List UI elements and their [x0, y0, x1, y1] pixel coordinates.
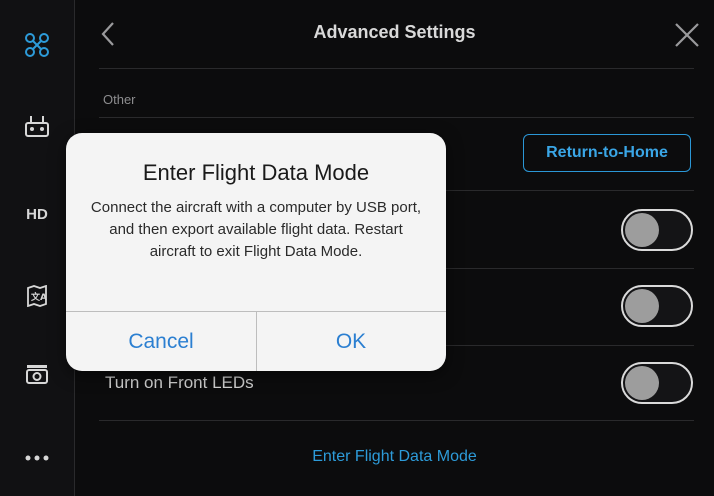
dialog-title: Enter Flight Data Mode [142, 160, 370, 185]
camera-icon[interactable] [0, 354, 74, 394]
section-divider [99, 117, 694, 118]
header-divider [99, 68, 694, 69]
ok-button[interactable]: OK [256, 312, 446, 371]
hd-label: HD [26, 205, 48, 223]
enter-flight-data-mode-link[interactable]: Enter Flight Data Mode [75, 448, 714, 466]
remote-controller-icon[interactable] [0, 106, 74, 146]
toggle-knob [625, 213, 659, 247]
flight-data-mode-dialog: Enter Flight Data Mode Connect the aircr… [66, 133, 446, 371]
front-leds-toggle[interactable] [621, 362, 693, 404]
drone-icon[interactable] [0, 22, 74, 68]
return-to-home-button[interactable]: Return-to-Home [523, 134, 691, 172]
close-button[interactable] [670, 18, 704, 52]
map-icon[interactable]: 文A [0, 276, 74, 316]
hd-icon[interactable]: HD [0, 196, 74, 232]
more-icon[interactable] [0, 440, 74, 476]
front-leds-label: Turn on Front LEDs [105, 373, 254, 392]
toggle-knob [625, 366, 659, 400]
cancel-button[interactable]: Cancel [66, 312, 256, 371]
toggle-switch-1[interactable] [621, 209, 693, 251]
page-title: Advanced Settings [313, 22, 476, 42]
header: Advanced Settings [75, 0, 714, 68]
row-divider [99, 420, 694, 421]
svg-text:文A: 文A [30, 291, 47, 303]
toggle-knob [625, 289, 659, 323]
close-icon [675, 23, 699, 47]
sidebar: HD 文A [0, 0, 75, 496]
section-label-other: Other [103, 92, 136, 107]
toggle-switch-2[interactable] [621, 285, 693, 327]
dialog-message: Connect the aircraft with a computer by … [90, 199, 422, 260]
